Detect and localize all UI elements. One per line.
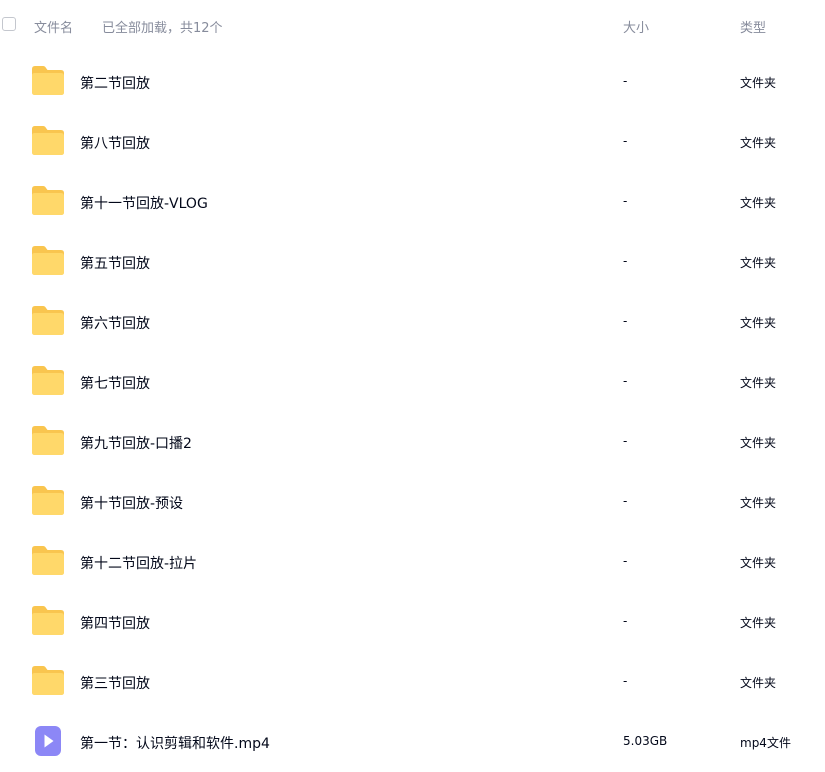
file-name[interactable]: 第三节回放 bbox=[80, 673, 150, 693]
file-name[interactable]: 第七节回放 bbox=[80, 373, 150, 393]
file-row[interactable]: 第十一节回放-VLOG - 文件夹 bbox=[0, 172, 825, 232]
file-type: 文件夹 bbox=[740, 256, 777, 270]
column-header-name[interactable]: 文件名 bbox=[34, 17, 73, 36]
file-row[interactable]: 第四节回放 - 文件夹 bbox=[0, 592, 825, 652]
folder-icon bbox=[30, 65, 66, 97]
file-type: 文件夹 bbox=[740, 196, 777, 210]
file-size: - bbox=[623, 194, 628, 208]
file-name[interactable]: 第二节回放 bbox=[80, 73, 150, 93]
file-list: 第二节回放 - 文件夹 第八节回放 - 文件夹 第十一节回放-VLOG - 文件… bbox=[0, 52, 825, 772]
file-row[interactable]: 第七节回放 - 文件夹 bbox=[0, 352, 825, 412]
file-name[interactable]: 第六节回放 bbox=[80, 313, 150, 333]
file-row[interactable]: 第十节回放-预设 - 文件夹 bbox=[0, 472, 825, 532]
file-name[interactable]: 第五节回放 bbox=[80, 253, 150, 273]
column-header-size[interactable]: 大小 bbox=[623, 17, 649, 36]
file-size: - bbox=[623, 614, 628, 628]
file-name[interactable]: 第九节回放-口播2 bbox=[80, 433, 192, 453]
file-row[interactable]: 第九节回放-口播2 - 文件夹 bbox=[0, 412, 825, 472]
file-row[interactable]: 第五节回放 - 文件夹 bbox=[0, 232, 825, 292]
file-name[interactable]: 第四节回放 bbox=[80, 613, 150, 633]
file-size: - bbox=[623, 494, 628, 508]
column-header-type[interactable]: 类型 bbox=[740, 17, 766, 36]
file-list-header: 文件名 已全部加载，共12个 大小 类型 bbox=[0, 0, 825, 50]
folder-icon bbox=[30, 545, 66, 577]
file-size: - bbox=[623, 314, 628, 328]
file-row[interactable]: 第二节回放 - 文件夹 bbox=[0, 52, 825, 112]
file-type: 文件夹 bbox=[740, 76, 777, 90]
file-type: 文件夹 bbox=[740, 316, 777, 330]
file-row[interactable]: 第八节回放 - 文件夹 bbox=[0, 112, 825, 172]
folder-icon bbox=[30, 605, 66, 637]
file-size: - bbox=[623, 134, 628, 148]
select-all-checkbox[interactable] bbox=[2, 17, 16, 31]
file-type: 文件夹 bbox=[740, 436, 777, 450]
folder-icon bbox=[30, 125, 66, 157]
file-size: - bbox=[623, 254, 628, 268]
file-name[interactable]: 第十一节回放-VLOG bbox=[80, 193, 208, 213]
file-name[interactable]: 第十节回放-预设 bbox=[80, 493, 183, 513]
file-row[interactable]: 第一节：认识剪辑和软件.mp4 5.03GB mp4文件 bbox=[0, 712, 825, 772]
folder-icon bbox=[30, 185, 66, 217]
folder-icon bbox=[30, 665, 66, 697]
folder-icon bbox=[30, 245, 66, 277]
file-size: - bbox=[623, 674, 628, 688]
file-type: 文件夹 bbox=[740, 616, 777, 630]
file-size: - bbox=[623, 374, 628, 388]
file-name[interactable]: 第八节回放 bbox=[80, 133, 150, 153]
file-type: 文件夹 bbox=[740, 136, 777, 150]
folder-icon bbox=[30, 425, 66, 457]
file-size: - bbox=[623, 554, 628, 568]
file-type: 文件夹 bbox=[740, 676, 777, 690]
file-row[interactable]: 第三节回放 - 文件夹 bbox=[0, 652, 825, 712]
file-name[interactable]: 第一节：认识剪辑和软件.mp4 bbox=[80, 733, 270, 753]
file-size: - bbox=[623, 74, 628, 88]
file-type: mp4文件 bbox=[740, 736, 791, 750]
file-size: - bbox=[623, 434, 628, 448]
file-row[interactable]: 第六节回放 - 文件夹 bbox=[0, 292, 825, 352]
file-type: 文件夹 bbox=[740, 496, 777, 510]
loaded-status: 已全部加载，共12个 bbox=[102, 21, 223, 36]
folder-icon bbox=[30, 365, 66, 397]
folder-icon bbox=[30, 305, 66, 337]
file-row[interactable]: 第十二节回放-拉片 - 文件夹 bbox=[0, 532, 825, 592]
file-name[interactable]: 第十二节回放-拉片 bbox=[80, 553, 197, 573]
video-file-icon bbox=[30, 725, 66, 757]
file-type: 文件夹 bbox=[740, 376, 777, 390]
folder-icon bbox=[30, 485, 66, 517]
file-size: 5.03GB bbox=[623, 734, 668, 748]
file-type: 文件夹 bbox=[740, 556, 777, 570]
